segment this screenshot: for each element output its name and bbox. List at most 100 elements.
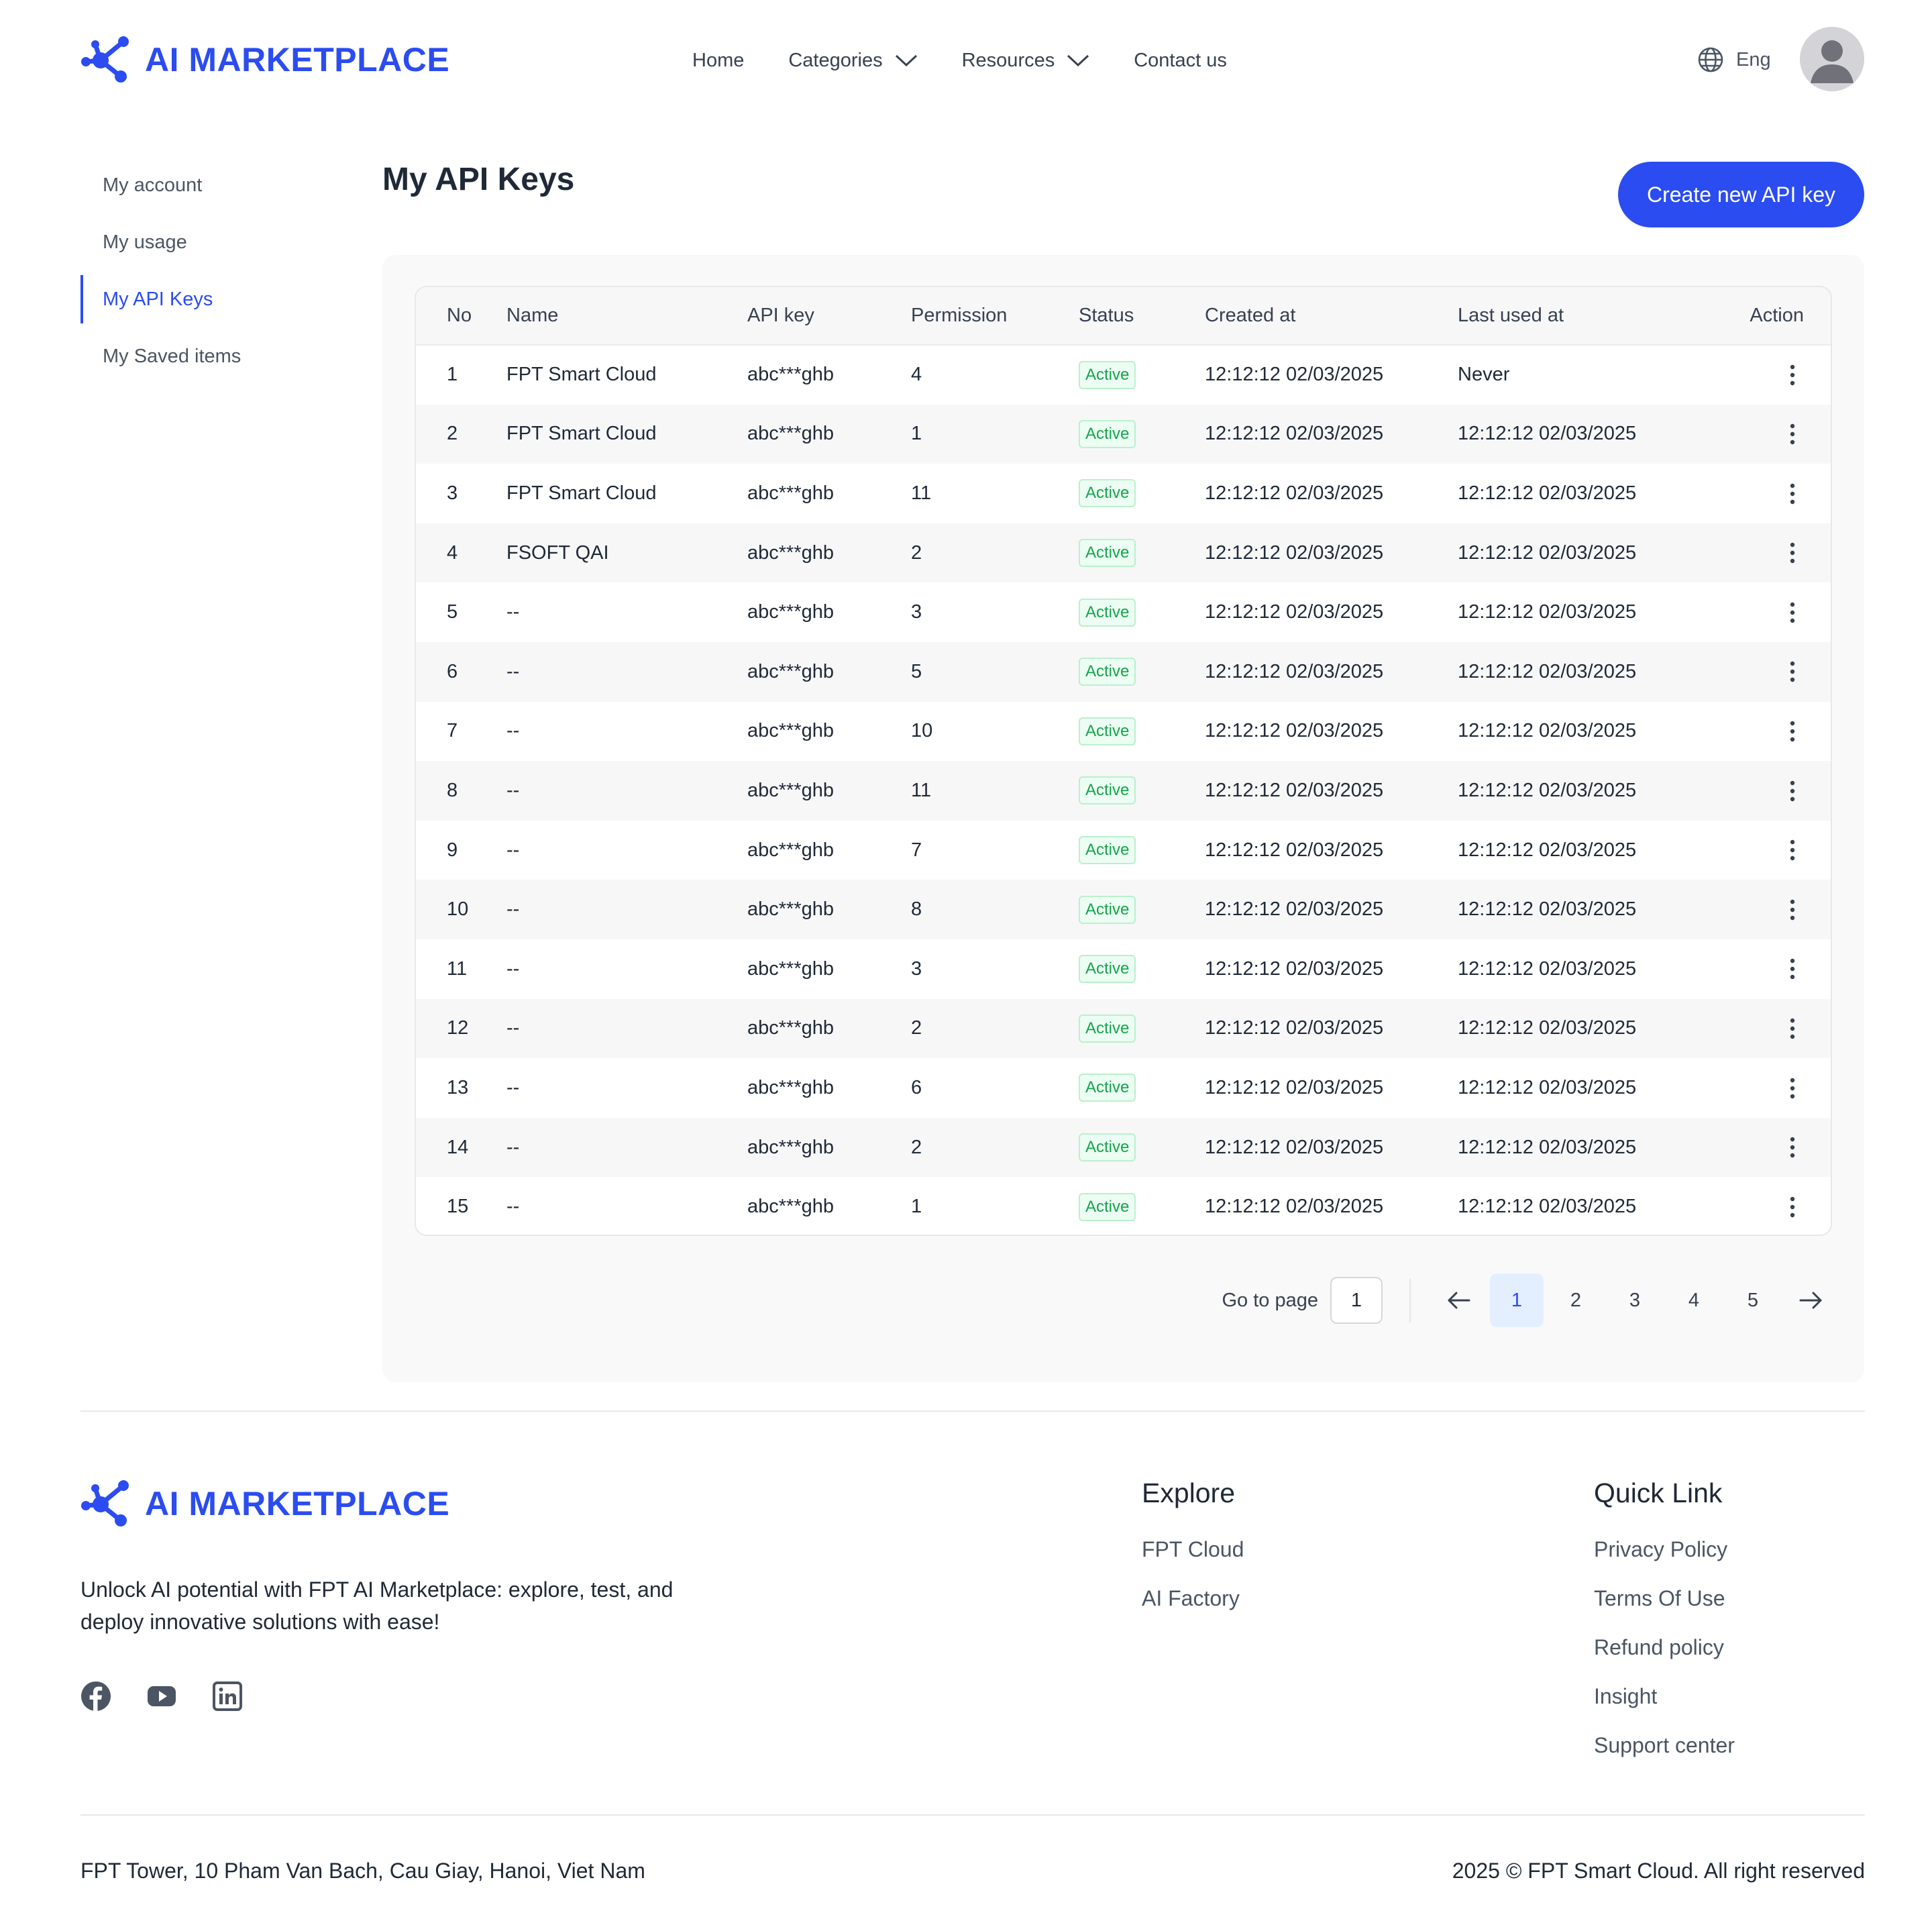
language-label: Eng — [1736, 48, 1771, 70]
cell-action — [1711, 582, 1831, 642]
cell-name: -- — [506, 839, 520, 861]
more-vertical-icon[interactable] — [1789, 720, 1796, 743]
more-vertical-icon[interactable] — [1789, 957, 1796, 980]
cell-status: Active — [1079, 761, 1205, 821]
create-api-key-button[interactable]: Create new API key — [1618, 162, 1864, 227]
cell-permission: 8 — [911, 898, 922, 921]
facebook-icon[interactable] — [80, 1681, 111, 1712]
cell-no: 15 — [447, 1196, 469, 1218]
cell-action — [1711, 523, 1831, 583]
language-selector[interactable]: Eng — [1697, 44, 1771, 75]
nav-home[interactable]: Home — [692, 50, 744, 72]
cell-no: 2 — [447, 423, 458, 445]
more-vertical-icon[interactable] — [1789, 660, 1796, 683]
cell-no: 10 — [447, 898, 469, 921]
linkedin-icon[interactable] — [212, 1681, 243, 1712]
arrow-left-icon — [1448, 1292, 1470, 1309]
cell-last-used-at: 12:12:12 02/03/2025 — [1458, 541, 1637, 564]
footer-link-insight[interactable]: Insight — [1594, 1672, 1735, 1721]
sidebar-item-my-saved-items[interactable]: My Saved items — [80, 332, 335, 380]
more-vertical-icon[interactable] — [1789, 1196, 1796, 1218]
footer-brand-name: AI MARKETPLACE — [145, 1485, 450, 1522]
more-vertical-icon[interactable] — [1789, 541, 1796, 564]
cell-name: FPT Smart Cloud — [506, 482, 657, 504]
footer-link-fpt-cloud[interactable]: FPT Cloud — [1142, 1525, 1244, 1574]
table-row: 6 -- abc***ghb 5 Active 12:12:12 02/03/2025 12… — [416, 641, 1831, 702]
column-header-last-used-at: Last used at — [1458, 305, 1564, 326]
nav-contact[interactable]: Contact us — [1134, 50, 1227, 72]
cell-last-used-at: 12:12:12 02/03/2025 — [1458, 1136, 1637, 1158]
page-5-button[interactable]: 5 — [1726, 1274, 1780, 1327]
sidebar-item-label: My usage — [103, 231, 187, 253]
go-to-page-input[interactable] — [1330, 1277, 1383, 1324]
status-badge: Active — [1079, 836, 1136, 865]
table-header-row: No Name API key Permission Status Create… — [416, 287, 1831, 345]
cell-last-used-at: 12:12:12 02/03/2025 — [1458, 660, 1637, 682]
footer-link-refund-policy[interactable]: Refund policy — [1594, 1623, 1735, 1672]
next-page-button[interactable] — [1789, 1274, 1832, 1327]
cell-api-key: abc***ghb — [747, 482, 834, 504]
cell-created-at: 12:12:12 02/03/2025 — [1205, 660, 1384, 682]
footer-link-terms-of-use[interactable]: Terms Of Use — [1594, 1574, 1735, 1623]
cell-permission: 3 — [911, 957, 922, 980]
youtube-icon[interactable] — [146, 1681, 177, 1712]
footer-link-support-center[interactable]: Support center — [1594, 1721, 1735, 1770]
status-badge: Active — [1079, 776, 1136, 805]
more-vertical-icon[interactable] — [1789, 482, 1796, 505]
previous-page-button[interactable] — [1438, 1274, 1481, 1327]
more-vertical-icon[interactable] — [1789, 364, 1796, 386]
cell-created-at: 12:12:12 02/03/2025 — [1205, 601, 1384, 623]
cell-name: -- — [506, 779, 520, 801]
cell-permission: 2 — [911, 541, 922, 564]
cell-api-key: abc***ghb — [747, 364, 834, 386]
more-vertical-icon[interactable] — [1789, 1077, 1796, 1100]
more-vertical-icon[interactable] — [1789, 839, 1796, 862]
table-row: 15 -- abc***ghb 1 Active 12:12:12 02/03/2025 1… — [416, 1177, 1831, 1235]
cell-last-used-at: 12:12:12 02/03/2025 — [1458, 1076, 1637, 1098]
globe-icon — [1698, 47, 1723, 72]
footer-copyright: 2025 © FPT Smart Cloud. All right reserv… — [1452, 1859, 1865, 1883]
more-vertical-icon[interactable] — [1789, 898, 1796, 921]
more-vertical-icon[interactable] — [1789, 423, 1796, 446]
more-vertical-icon[interactable] — [1789, 1136, 1796, 1159]
status-badge: Active — [1079, 1192, 1136, 1221]
sidebar-item-my-account[interactable]: My account — [80, 161, 335, 209]
cell-api-key: abc***ghb — [747, 1136, 834, 1158]
page-2-button[interactable]: 2 — [1549, 1274, 1603, 1327]
cell-action — [1711, 345, 1831, 405]
page-3-button[interactable]: 3 — [1608, 1274, 1662, 1327]
sidebar-item-my-usage[interactable]: My usage — [80, 218, 335, 266]
footer-link-privacy-policy[interactable]: Privacy Policy — [1594, 1525, 1735, 1574]
sidebar-item-label: My Saved items — [103, 345, 241, 367]
cell-no: 12 — [447, 1017, 469, 1039]
nav-resources[interactable]: Resources — [962, 50, 1090, 72]
page-4-button[interactable]: 4 — [1667, 1274, 1721, 1327]
status-badge: Active — [1079, 419, 1136, 448]
status-badge: Active — [1079, 895, 1136, 924]
more-vertical-icon[interactable] — [1789, 780, 1796, 802]
brand-logo[interactable]: AI MARKETPLACE — [80, 36, 449, 83]
cell-permission: 11 — [911, 779, 932, 801]
cell-no: 6 — [447, 660, 458, 682]
footer-brand-logo[interactable]: AI MARKETPLACE — [80, 1480, 449, 1527]
cell-api-key: abc***ghb — [747, 541, 834, 564]
cell-permission: 1 — [911, 423, 922, 445]
more-vertical-icon[interactable] — [1789, 1017, 1796, 1040]
nav-resources-label: Resources — [961, 49, 1055, 71]
cell-no: 11 — [447, 957, 468, 980]
chevron-down-icon — [1067, 54, 1089, 67]
user-avatar[interactable] — [1800, 27, 1864, 91]
more-vertical-icon[interactable] — [1789, 601, 1796, 624]
main-nav: Home Categories Resources Contact us — [692, 40, 1271, 81]
footer-link-ai-factory[interactable]: AI Factory — [1142, 1574, 1244, 1623]
cell-name: -- — [506, 601, 520, 623]
column-header-created-at: Created at — [1205, 305, 1296, 326]
status-badge: Active — [1079, 717, 1136, 745]
cell-api-key: abc***ghb — [747, 957, 834, 980]
nav-categories[interactable]: Categories — [788, 50, 917, 72]
footer-divider-bottom — [80, 1814, 1865, 1816]
page-1-button[interactable]: 1 — [1490, 1274, 1544, 1327]
cell-permission: 11 — [911, 482, 932, 504]
sidebar-item-my-api-keys[interactable]: My API Keys — [80, 275, 335, 323]
social-links — [80, 1681, 243, 1712]
